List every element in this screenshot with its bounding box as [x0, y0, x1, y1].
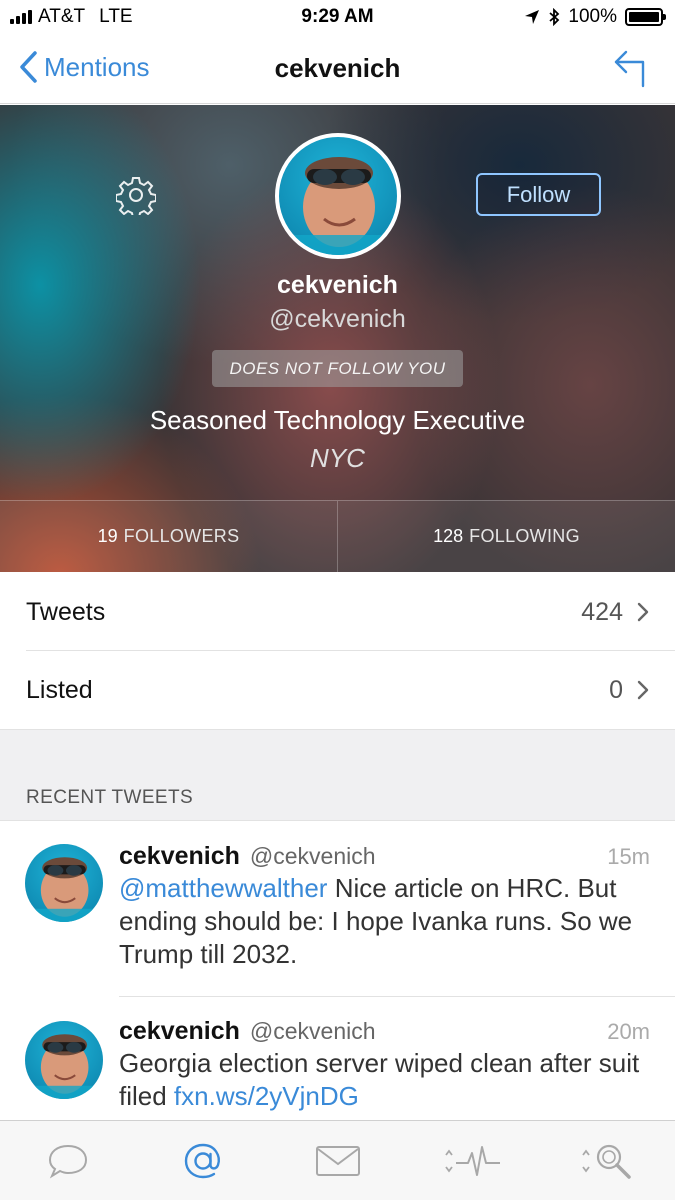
profile-location: NYC — [310, 443, 365, 473]
speech-bubble-icon — [48, 1144, 87, 1179]
battery-fill — [629, 12, 659, 22]
relationship-badge: DOES NOT FOLLOW YOU — [212, 350, 463, 387]
chevron-right-icon — [637, 602, 649, 622]
tab-timeline[interactable] — [0, 1121, 135, 1200]
tab-search[interactable] — [540, 1121, 675, 1200]
tweet-author-handle: @cekvenich — [249, 843, 376, 869]
section-header: RECENT TWEETS — [0, 729, 675, 821]
tweet-avatar[interactable] — [25, 1021, 103, 1099]
profile-stats: 19 FOLLOWERS 128 FOLLOWING — [0, 500, 675, 572]
tweet-time: 15m — [607, 844, 650, 869]
bluetooth-icon — [549, 8, 560, 26]
section-title: RECENT TWEETS — [26, 787, 194, 808]
tab-messages[interactable] — [270, 1121, 405, 1200]
reply-button[interactable] — [613, 48, 647, 93]
tweet-author-name: cekvenich — [119, 1017, 240, 1045]
tweet-author-name: cekvenich — [119, 842, 240, 870]
tweet-item[interactable]: cekvenich @cekvenich 20m Georgia electio… — [0, 997, 675, 1120]
tweet-text: @matthewwalther Nice article on HRC. But… — [119, 872, 650, 971]
status-bar: AT&T LTE 9:29 AM 100% — [0, 0, 675, 34]
settings-button[interactable] — [115, 175, 157, 220]
tweet-item[interactable]: cekvenich @cekvenich 15m @matthewwalther… — [0, 822, 675, 997]
search-icon — [581, 1144, 631, 1179]
following-count: 128 — [433, 526, 464, 546]
profile-avatar[interactable] — [275, 133, 401, 259]
listed-row[interactable]: Listed 0 — [0, 651, 675, 729]
activity-icon — [444, 1145, 500, 1176]
tab-mentions[interactable] — [135, 1121, 270, 1200]
following-label: FOLLOWING — [469, 526, 580, 546]
tweet-avatar[interactable] — [25, 844, 103, 922]
battery-icon — [625, 8, 666, 26]
location-arrow-icon — [525, 10, 540, 24]
tweet-header: cekvenich @cekvenich 15m — [119, 842, 650, 871]
nav-bar: Mentions cekvenich — [0, 34, 675, 104]
avatar-photo — [25, 1034, 103, 1099]
tweets-row-value: 424 — [581, 597, 623, 626]
profile-bio: Seasoned Technology Executive — [149, 405, 526, 435]
avatar-photo — [25, 857, 103, 922]
mention-link[interactable]: @matthewwalther — [119, 873, 327, 903]
follow-button[interactable]: Follow — [476, 173, 601, 216]
chevron-right-icon — [637, 680, 649, 700]
avatar-photo — [279, 157, 397, 255]
followers-count: 19 — [97, 526, 118, 546]
status-right: 100% — [524, 6, 666, 28]
battery-percent: 100% — [568, 6, 617, 27]
url-link[interactable]: fxn.ws/2yVjnDG — [174, 1081, 359, 1111]
tab-bar — [0, 1120, 675, 1200]
gear-icon — [115, 177, 157, 219]
at-sign-icon — [184, 1143, 220, 1178]
tweet-author-handle: @cekvenich — [249, 1018, 376, 1044]
tweets-row[interactable]: Tweets 424 — [0, 573, 675, 651]
profile-name: cekvenich — [277, 271, 398, 299]
tweet-header: cekvenich @cekvenich 20m — [119, 1017, 650, 1046]
following-stat[interactable]: 128 FOLLOWING — [337, 501, 675, 572]
tweets-row-label: Tweets — [26, 597, 106, 626]
tab-activity[interactable] — [405, 1121, 540, 1200]
app-root: AT&T LTE 9:29 AM 100% Mentions cekvenich — [0, 0, 675, 1200]
listed-row-label: Listed — [26, 675, 93, 704]
followers-label: FOLLOWERS — [123, 526, 240, 546]
followers-stat[interactable]: 19 FOLLOWERS — [0, 501, 337, 572]
profile-handle: @cekvenich — [269, 305, 406, 333]
profile-header: Follow cekvenich @cekvenich DOES NOT FOL… — [0, 105, 675, 572]
tweet-time: 20m — [607, 1019, 650, 1044]
page-title: cekvenich — [274, 53, 401, 83]
envelope-icon — [315, 1145, 360, 1176]
listed-row-value: 0 — [609, 675, 623, 704]
reply-icon — [614, 50, 645, 88]
tweet-text: Georgia election server wiped clean afte… — [119, 1047, 650, 1113]
